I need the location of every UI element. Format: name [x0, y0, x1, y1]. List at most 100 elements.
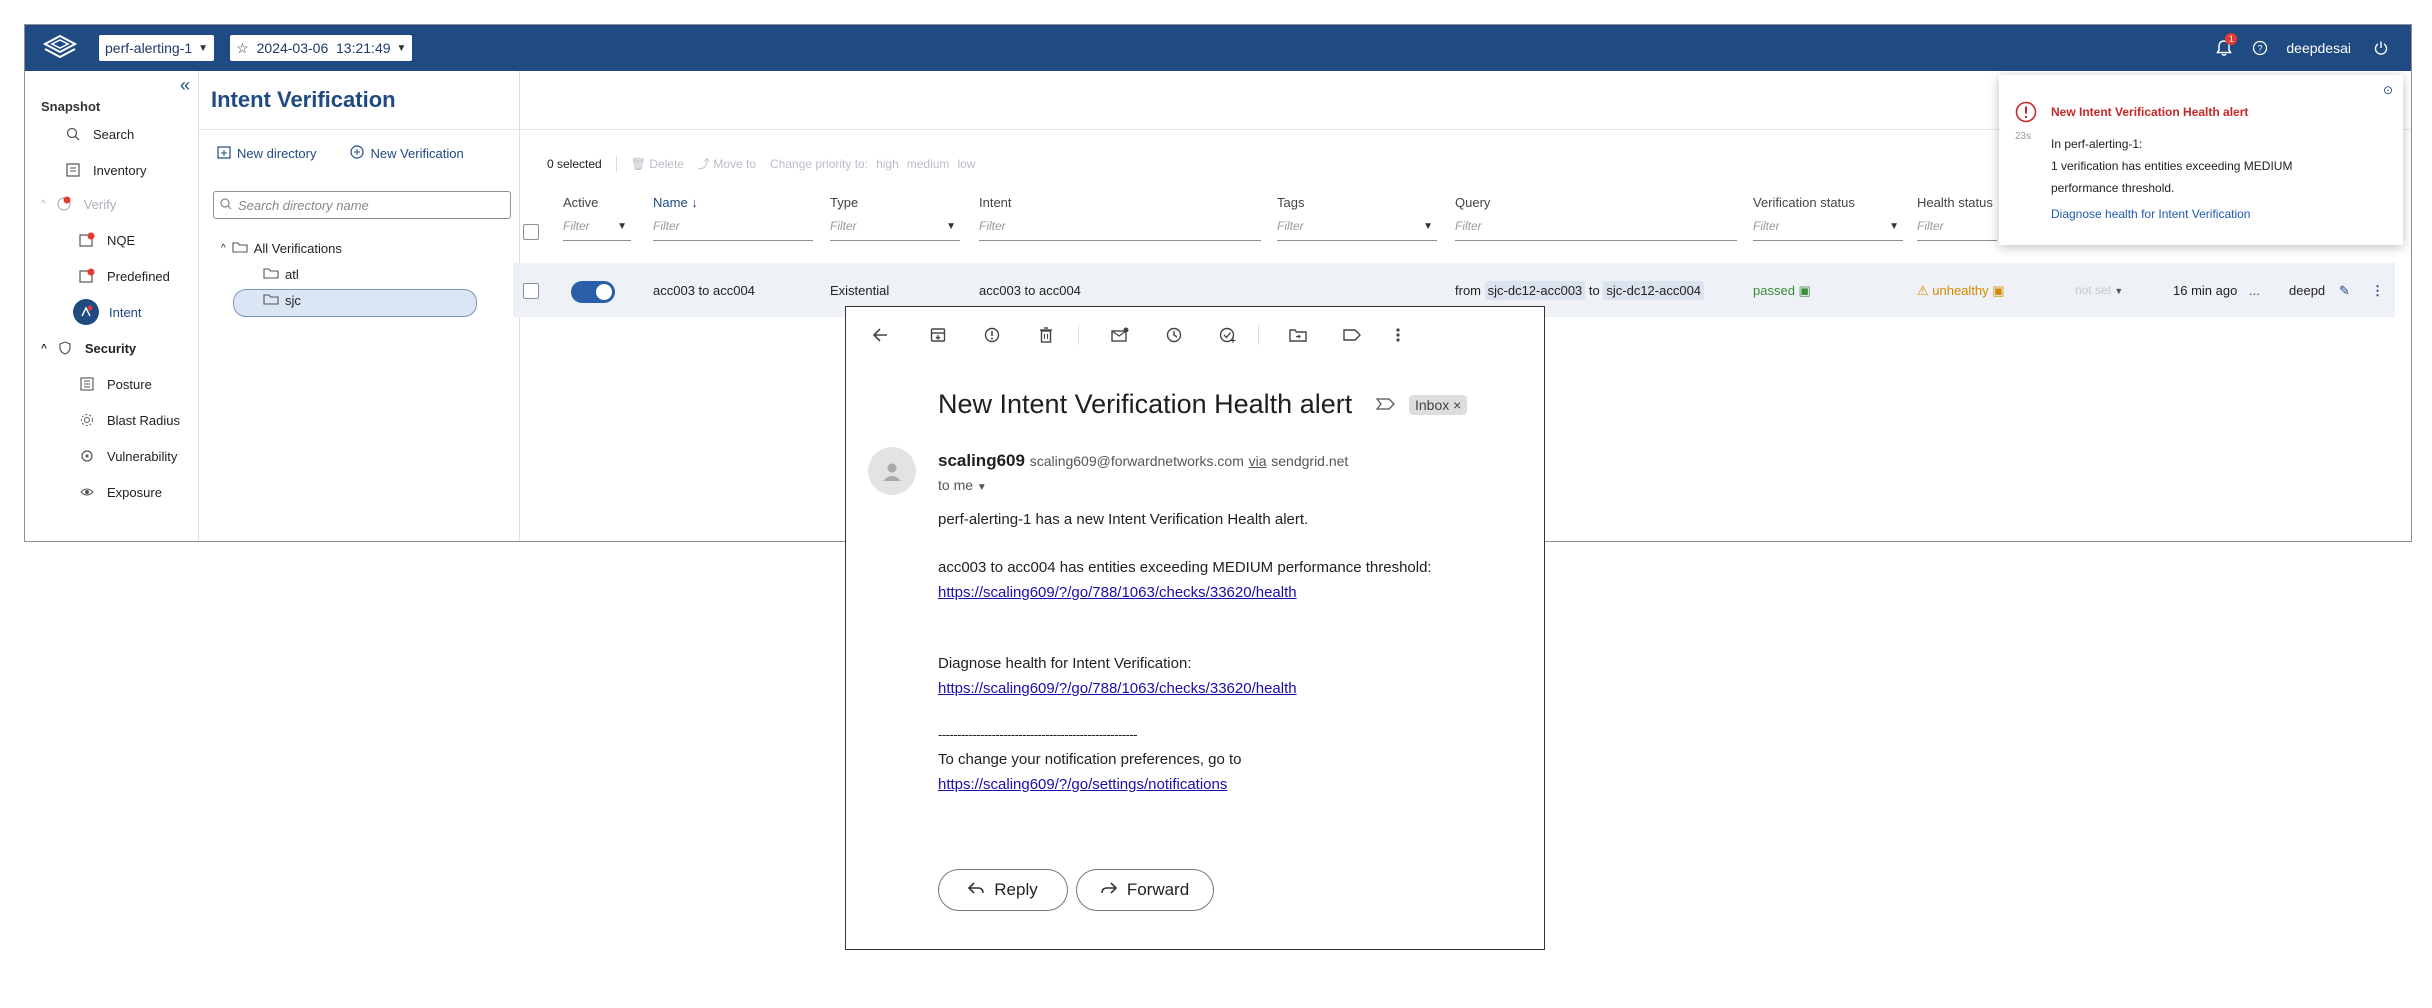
forward-label: Forward — [1126, 880, 1190, 899]
inbox-label-chip[interactable]: Inbox × — [1409, 395, 1468, 415]
reply-button[interactable]: Reply — [938, 869, 1068, 911]
filter-placeholder: Filter — [1277, 219, 1304, 233]
filter-tags[interactable]: Filter ▼ — [1277, 219, 1437, 241]
recipient-dropdown[interactable]: to me ▼ — [938, 477, 987, 493]
mark-unread-icon[interactable] — [1108, 323, 1132, 347]
intent-icon — [73, 299, 99, 325]
add-task-icon[interactable] — [1216, 323, 1240, 347]
more-vert-icon[interactable] — [1386, 323, 1410, 347]
username[interactable]: deepdesai — [2286, 40, 2351, 56]
nav-label: Predefined — [107, 268, 170, 284]
inventory-icon — [63, 160, 83, 180]
row-priority-select[interactable]: not set ▼ — [2075, 283, 2123, 297]
toast-line: 1 verification has entities exceeding ME… — [2051, 159, 2293, 173]
help-icon[interactable]: ? — [2242, 25, 2278, 71]
nav-label: Posture — [107, 376, 152, 392]
notification-count-badge: 1 — [2225, 33, 2238, 45]
delete-button[interactable]: 🗑 Delete — [631, 157, 684, 171]
tree-item-atl[interactable]: atl — [263, 267, 299, 282]
select-all-checkbox[interactable] — [523, 224, 539, 240]
row-type: Existential — [830, 283, 890, 298]
page-title: Intent Verification — [211, 87, 396, 112]
logo-icon[interactable] — [37, 25, 83, 71]
health-link[interactable]: https://scaling609/?/go/788/1063/checks/… — [938, 584, 1297, 601]
notification-settings-link[interactable]: https://scaling609/?/go/settings/notific… — [938, 776, 1227, 793]
network-select[interactable]: perf-alerting-1 ▼ — [99, 35, 215, 61]
nav-label: Intent — [109, 304, 142, 320]
row-health-status[interactable]: ⚠ unhealthy ▣ — [1917, 283, 2005, 299]
nav-label: Search — [93, 126, 135, 142]
active-toggle[interactable] — [571, 281, 615, 303]
column-header-verification-status[interactable]: Verification status — [1753, 195, 1855, 210]
nav-section-snapshot: Snapshot — [41, 99, 101, 114]
divider — [615, 155, 617, 172]
new-directory-button[interactable]: New directory — [217, 145, 316, 162]
column-header-type[interactable]: Type — [830, 195, 858, 210]
column-header-health-status[interactable]: Health status — [1917, 195, 1993, 210]
snapshot-select[interactable]: ☆ 2024-03-06 13:21:49 ▼ — [230, 35, 413, 61]
toast-line: performance threshold. — [2051, 181, 2175, 195]
via-label[interactable]: via — [1249, 453, 1267, 469]
column-header-tags[interactable]: Tags — [1277, 195, 1304, 210]
svg-text:?: ? — [2258, 44, 2263, 54]
inbox-label: Inbox — [1415, 397, 1450, 413]
power-icon[interactable] — [2363, 25, 2399, 71]
filter-intent[interactable]: Filter — [979, 219, 1261, 241]
snooze-clock-icon[interactable] — [1162, 323, 1186, 347]
chevron-down-icon: ▼ — [2114, 286, 2124, 296]
priority-medium-button[interactable]: medium — [907, 157, 950, 171]
move-to-button[interactable]: ⤴ Move to — [698, 155, 756, 172]
chevron-up-icon: ^ — [41, 342, 47, 354]
nav-item-verify[interactable]: ^ Verify — [25, 189, 214, 219]
filter-verification-status[interactable]: Filter ▼ — [1753, 219, 1903, 241]
column-header-name[interactable]: Name ↓ — [653, 195, 698, 210]
collapse-nav-icon[interactable]: « — [180, 75, 190, 96]
search-icon — [63, 124, 83, 144]
filter-name[interactable]: Filter — [653, 219, 813, 241]
add-circle-icon — [350, 145, 365, 162]
forward-button[interactable]: Forward — [1076, 869, 1214, 911]
directory-search-input[interactable]: Search directory name — [213, 191, 511, 219]
email-viewer: New Intent Verification Health alert Inb… — [845, 306, 1545, 950]
priority-low-button[interactable]: low — [957, 157, 975, 171]
filter-query[interactable]: Filter — [1455, 219, 1737, 241]
delete-trash-icon[interactable] — [1034, 323, 1058, 347]
row-name[interactable]: acc003 to acc004 — [653, 283, 755, 298]
diagnose-link[interactable]: https://scaling609/?/go/788/1063/checks/… — [938, 680, 1297, 697]
filter-type[interactable]: Filter ▼ — [830, 219, 960, 241]
close-icon[interactable]: ⊙ — [2383, 83, 2393, 97]
toast-line: In perf-alerting-1: — [2051, 137, 2143, 151]
column-header-active[interactable]: Active — [563, 195, 598, 210]
diagnose-health-link[interactable]: Diagnose health for Intent Verification — [2051, 207, 2250, 221]
column-header-query[interactable]: Query — [1455, 195, 1490, 210]
via-domain: sendgrid.net — [1271, 453, 1349, 469]
important-marker-icon[interactable] — [1375, 397, 1396, 416]
row-more[interactable]: ... — [2249, 283, 2260, 298]
new-verification-button[interactable]: New Verification — [350, 145, 464, 162]
edit-pencil-icon[interactable]: ✎ — [2339, 283, 2350, 299]
close-icon[interactable]: × — [1453, 397, 1461, 413]
back-arrow-icon[interactable] — [868, 323, 892, 347]
priority-high-button[interactable]: high — [876, 157, 899, 171]
report-spam-icon[interactable] — [980, 323, 1004, 347]
row-verification-status[interactable]: passed ▣ — [1753, 283, 1811, 299]
predefined-icon — [77, 266, 97, 286]
archive-icon[interactable] — [926, 323, 950, 347]
row-query: from sjc-dc12-acc003 to sjc-dc12-acc004 — [1455, 281, 1705, 300]
query-to: to — [1588, 283, 1600, 298]
more-vert-icon[interactable]: ⋮ — [2371, 283, 2384, 299]
row-checkbox[interactable] — [523, 283, 539, 299]
column-header-intent[interactable]: Intent — [979, 195, 1012, 210]
tree-item-sjc[interactable]: sjc — [263, 293, 301, 308]
filter-health-status[interactable]: Filter — [1917, 219, 1997, 241]
move-to-folder-icon[interactable] — [1286, 323, 1310, 347]
nav-item-security[interactable]: ^ Security — [25, 333, 214, 363]
filter-placeholder: Filter — [653, 219, 680, 233]
notifications-bell-icon[interactable]: 1 — [2206, 25, 2242, 71]
filter-placeholder: Filter — [1753, 219, 1780, 233]
query-source-chip: sjc-dc12-acc003 — [1484, 281, 1586, 300]
filter-active[interactable]: Filter ▼ — [563, 219, 631, 241]
forward-icon — [1101, 880, 1117, 900]
label-tag-icon[interactable] — [1340, 323, 1364, 347]
tree-item-all-verifications[interactable]: ^ All Verifications — [221, 241, 342, 256]
